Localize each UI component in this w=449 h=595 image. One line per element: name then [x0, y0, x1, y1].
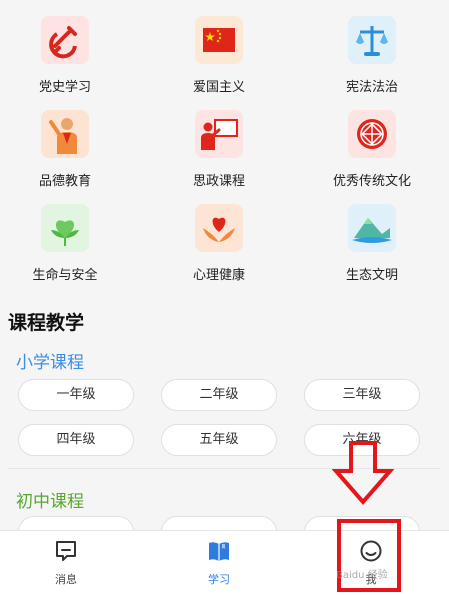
grade-button-3[interactable]: 三年级 [304, 379, 420, 411]
national-flag-icon [195, 16, 243, 64]
topic-ecological-civilization[interactable]: 生态文明 [307, 204, 437, 294]
topic-party-history[interactable]: 党史学习 [0, 16, 130, 106]
topic-label: 党史学习 [38, 80, 91, 95]
topic-label: 心理健康 [192, 268, 245, 283]
topic-label: 宪法法治 [345, 80, 398, 95]
topic-traditional-culture[interactable]: 优秀传统文化 [307, 110, 437, 200]
chinese-knot-icon [348, 110, 396, 158]
tab-study[interactable]: 学习 [164, 531, 274, 595]
section-title-course-teaching: 课程教学 [8, 312, 85, 334]
mountain-icon [348, 204, 396, 252]
grade-button-4[interactable]: 四年级 [18, 424, 134, 456]
tab-label: 学习 [208, 573, 230, 586]
topic-constitution-law[interactable]: 宪法法治 [307, 16, 437, 106]
primary-course-title[interactable]: 小学课程 [16, 348, 84, 373]
topic-grid: 党史学习 爱国主义 宪法法治 品德教育 思政课程 优秀传统文化 生命与安全 心理… [0, 0, 449, 290]
topic-life-safety[interactable]: 生命与安全 [0, 204, 130, 294]
topic-mental-health[interactable]: 心理健康 [154, 204, 284, 294]
heart-leaf-icon [41, 204, 89, 252]
topic-moral-education[interactable]: 品德教育 [0, 110, 130, 200]
topic-label: 优秀传统文化 [332, 174, 411, 189]
grade-button-1[interactable]: 一年级 [18, 379, 134, 411]
message-icon [54, 539, 78, 563]
junior-course-title[interactable]: 初中课程 [16, 487, 84, 512]
topic-patriotism[interactable]: 爱国主义 [154, 16, 284, 106]
young-pioneer-icon [41, 110, 89, 158]
watermark: Baidu 经验 [336, 570, 388, 581]
scales-icon [348, 16, 396, 64]
topic-label: 思政课程 [192, 174, 245, 189]
annotation-highlight-box [337, 519, 401, 592]
book-icon [207, 539, 231, 563]
hammer-sickle-icon [41, 16, 89, 64]
topic-label: 爱国主义 [192, 80, 245, 95]
topic-label: 品德教育 [38, 174, 91, 189]
grade-button-2[interactable]: 二年级 [161, 379, 277, 411]
topic-ideological-course[interactable]: 思政课程 [154, 110, 284, 200]
annotation-down-arrow-icon [331, 440, 395, 506]
teacher-board-icon [195, 110, 243, 158]
topic-label: 生命与安全 [32, 268, 98, 283]
tab-label: 消息 [55, 573, 77, 586]
topic-label: 生态文明 [345, 268, 398, 283]
grade-button-5[interactable]: 五年级 [161, 424, 277, 456]
heart-hands-icon [195, 204, 243, 252]
tab-messages[interactable]: 消息 [11, 531, 121, 595]
